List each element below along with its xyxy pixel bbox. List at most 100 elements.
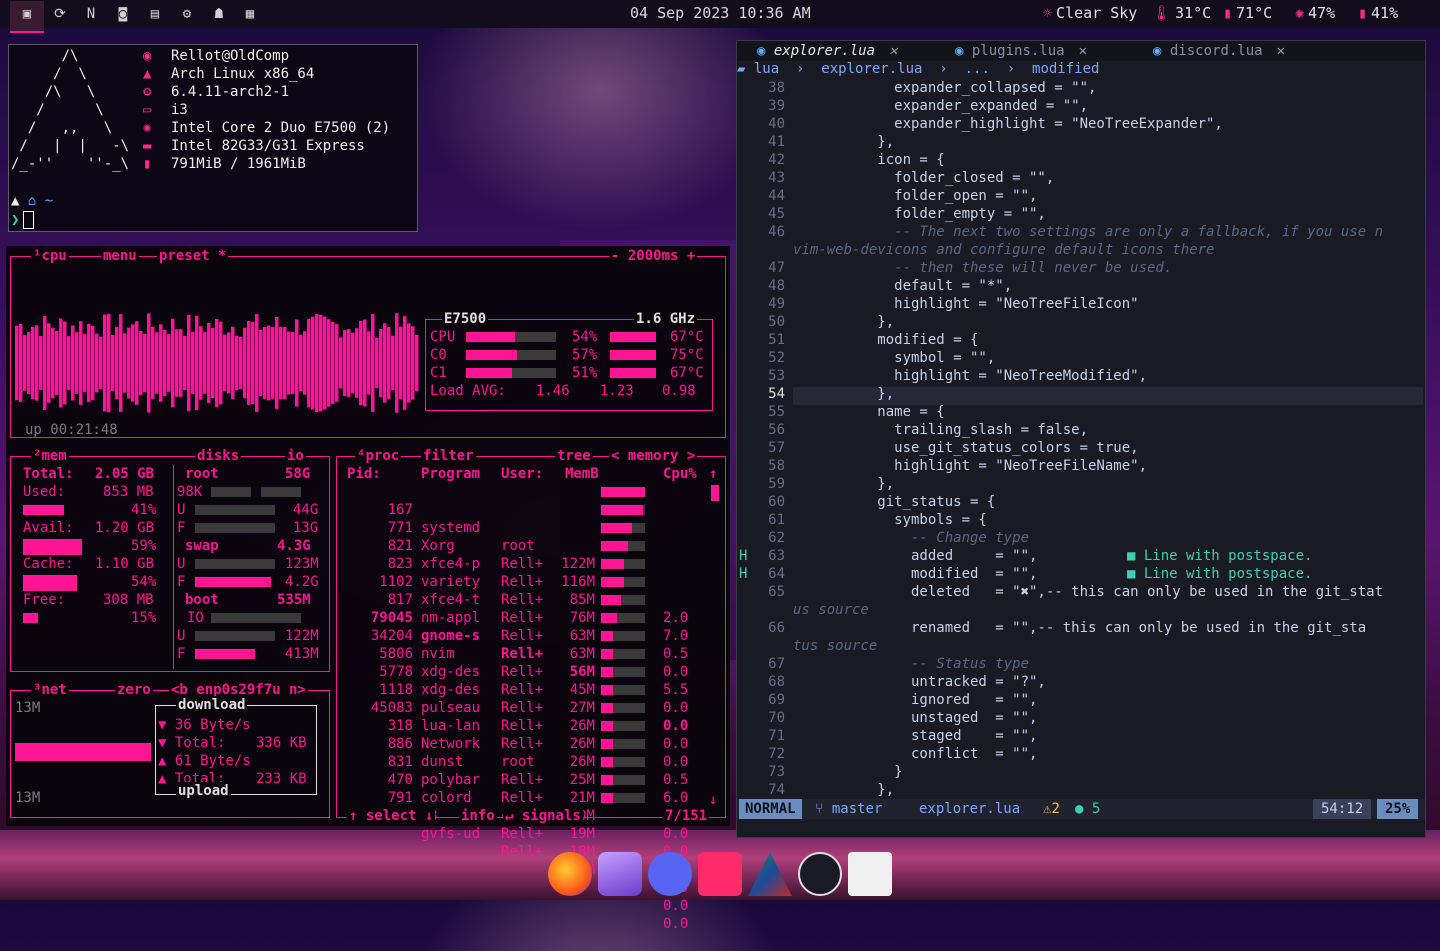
- breadcrumb[interactable]: ▰ lua › explorer.lua › ... › modified: [737, 61, 1099, 79]
- proc-row[interactable]: 470 colord colo+ 19M 0.0: [337, 753, 707, 896]
- code-line[interactable]: conflict = "",: [793, 745, 1037, 763]
- code-line[interactable]: staged = "",: [793, 727, 1037, 745]
- hdr-mem[interactable]: MemB: [565, 465, 599, 483]
- notes-icon[interactable]: [848, 852, 892, 896]
- proc-row[interactable]: 45083 lua-lan Rell+ 26M 0.0: [337, 681, 707, 824]
- net-box-label[interactable]: ³net: [31, 681, 69, 699]
- footer-signals[interactable]: ↵ signals: [503, 807, 583, 825]
- code-line[interactable]: -- Change type: [793, 529, 1029, 547]
- code-line[interactable]: highlight = "NeoTreeFileIcon": [793, 295, 1138, 313]
- code-line[interactable]: deleted = "✖",-- this can only be used i…: [793, 583, 1383, 601]
- hdr-program[interactable]: Program: [421, 465, 480, 483]
- code-line[interactable]: highlight = "NeoTreeModified",: [793, 367, 1147, 385]
- code-line[interactable]: modified = "",: [793, 565, 1037, 583]
- code-line[interactable]: folder_empty = "",: [793, 205, 1046, 223]
- net-zero-label[interactable]: zero: [115, 681, 153, 699]
- clock-icon[interactable]: [798, 852, 842, 896]
- refresh-icon[interactable]: ⟳: [50, 4, 70, 24]
- mem-box-label[interactable]: ²mem: [31, 447, 69, 465]
- code-line[interactable]: untracked = "?",: [793, 673, 1046, 691]
- neofetch-terminal[interactable]: /\ / \ /\ \ / \ / ,, \ / | | -\ /_-'' ''…: [8, 44, 418, 232]
- disks-label[interactable]: disks: [195, 447, 242, 465]
- hdr-user[interactable]: User:: [501, 465, 543, 483]
- proc-row[interactable]: 771 Xorg Rell+ 116M 7.0: [337, 501, 707, 644]
- code-line[interactable]: highlight = "NeoTreeFileName",: [793, 457, 1147, 475]
- code-line[interactable]: ignored = "",: [793, 691, 1037, 709]
- diagnostic-postspace-2[interactable]: ■ Line with postspace.: [1127, 565, 1312, 583]
- sort-arrow-icon[interactable]: ↑: [709, 465, 717, 483]
- code-line[interactable]: folder_open = "",: [793, 187, 1037, 205]
- code-line[interactable]: expander_highlight = "NeoTreeExpander",: [793, 115, 1223, 133]
- preset-label[interactable]: preset *: [157, 247, 229, 265]
- code-line[interactable]: },: [793, 385, 894, 403]
- hdr-pid[interactable]: Pid:: [347, 466, 381, 482]
- hdr-cpu[interactable]: Cpu%: [663, 465, 697, 483]
- hints-count[interactable]: ● 5: [1075, 799, 1100, 819]
- image-icon[interactable]: ▦: [240, 4, 260, 24]
- diagnostic-postspace-1[interactable]: ■ Line with postspace.: [1127, 547, 1312, 565]
- code-line[interactable]: },: [793, 133, 894, 151]
- proc-box-label[interactable]: ⁴proc: [355, 447, 402, 465]
- footer-select[interactable]: ↑ select ↓: [347, 807, 436, 825]
- code-line[interactable]: -- then these will never be used.: [793, 259, 1172, 277]
- code-line[interactable]: trailing_slash = false,: [793, 421, 1088, 439]
- code-line[interactable]: us source: [793, 601, 869, 619]
- code-line[interactable]: }: [793, 763, 902, 781]
- proc-row[interactable]: 167 systemd root 122M 2.0: [337, 483, 707, 626]
- code-line[interactable]: added = "",: [793, 547, 1037, 565]
- ghost-icon[interactable]: ☗: [209, 4, 229, 24]
- neovim-editor[interactable]: ◉ explorer.lua ✕ ◉ plugins.lua ✕ ◉ discord…: [736, 40, 1426, 838]
- scroll-down-icon[interactable]: ↓: [709, 791, 717, 809]
- warnings-count[interactable]: ⚠2: [1043, 799, 1060, 819]
- proc-row[interactable]: 5778 xdg-des Rell+ 26M 0.5: [337, 645, 707, 788]
- obsidian-icon[interactable]: [598, 852, 642, 896]
- proc-row[interactable]: 817 nm-appl Rell+ 63M 0.0: [337, 573, 707, 716]
- close-icon[interactable]: ✕: [1277, 43, 1285, 59]
- code-line[interactable]: expander_collapsed = "",: [793, 79, 1096, 97]
- code-line[interactable]: },: [793, 313, 894, 331]
- interval-label[interactable]: - 2000ms +: [609, 247, 698, 265]
- code-line[interactable]: tus source: [793, 637, 877, 655]
- code-line[interactable]: use_git_status_colors = true,: [793, 439, 1138, 457]
- proc-row[interactable]: 831 polybar Rell+ 20M 0.5: [337, 735, 707, 878]
- discord-icon[interactable]: ◙: [113, 4, 133, 24]
- code-line[interactable]: },: [793, 475, 894, 493]
- tab-plugins[interactable]: ◉ plugins.lua ✕: [955, 43, 1087, 59]
- proc-row[interactable]: 1102 xfce4-t Rell+ 63M 5.5: [337, 555, 707, 698]
- date-time[interactable]: 04 Sep 2023 10:36 AM: [630, 4, 811, 22]
- proc-row[interactable]: 318 Network root 25M 0.0: [337, 699, 707, 842]
- code-line[interactable]: git_status = {: [793, 493, 995, 511]
- tab-explorer[interactable]: ◉ explorer.lua ✕: [757, 43, 897, 59]
- proc-row[interactable]: 821 xfce4-p Rell+ 85M 0.5: [337, 519, 707, 662]
- code-line[interactable]: symbol = "",: [793, 349, 995, 367]
- code-line[interactable]: },: [793, 781, 894, 799]
- tab-discord[interactable]: ◉ discord.lua ✕: [1153, 43, 1285, 59]
- proc-tree-label[interactable]: tree: [555, 447, 593, 465]
- firefox-icon[interactable]: [548, 852, 592, 896]
- prompt-input[interactable]: ❯: [11, 211, 35, 229]
- proc-row[interactable]: 823 variety Rell+ 76M 0.0: [337, 537, 707, 680]
- folder-icon[interactable]: ▤: [145, 4, 165, 24]
- code-line[interactable]: folder_closed = "",: [793, 169, 1054, 187]
- terminal-icon[interactable]: ▣: [17, 4, 37, 24]
- notion-icon[interactable]: N: [81, 4, 101, 24]
- proc-filter-label[interactable]: filter: [421, 447, 476, 465]
- code-line[interactable]: symbols = {: [793, 511, 987, 529]
- code-line[interactable]: -- The next two settings are only a fall…: [793, 223, 1383, 241]
- proc-row[interactable]: 79045 gnome-s Rell+ 56M 0.0: [337, 591, 707, 734]
- menu-label[interactable]: menu: [101, 247, 139, 265]
- code-line[interactable]: modified = {: [793, 331, 978, 349]
- proc-row[interactable]: 34204 nvim Rell+ 45M 0.0: [337, 609, 707, 752]
- code-line[interactable]: default = "*",: [793, 277, 1012, 295]
- footer-info[interactable]: info: [459, 807, 497, 825]
- proc-scrollbar[interactable]: [711, 485, 719, 501]
- cpu-box-label[interactable]: ¹cpu: [31, 247, 69, 265]
- proc-sort-label[interactable]: < memory >: [609, 447, 698, 465]
- discord-icon[interactable]: [648, 852, 692, 896]
- proc-row[interactable]: 1118 pulseau Rell+ 26M 6.0: [337, 663, 707, 806]
- code-line[interactable]: renamed = "",-- this can only be used in…: [793, 619, 1366, 637]
- code-line[interactable]: -- Status type: [793, 655, 1029, 673]
- settings-grid-icon[interactable]: ⚙: [177, 4, 197, 24]
- code-line[interactable]: icon = {: [793, 151, 944, 169]
- app-store-icon[interactable]: [698, 852, 742, 896]
